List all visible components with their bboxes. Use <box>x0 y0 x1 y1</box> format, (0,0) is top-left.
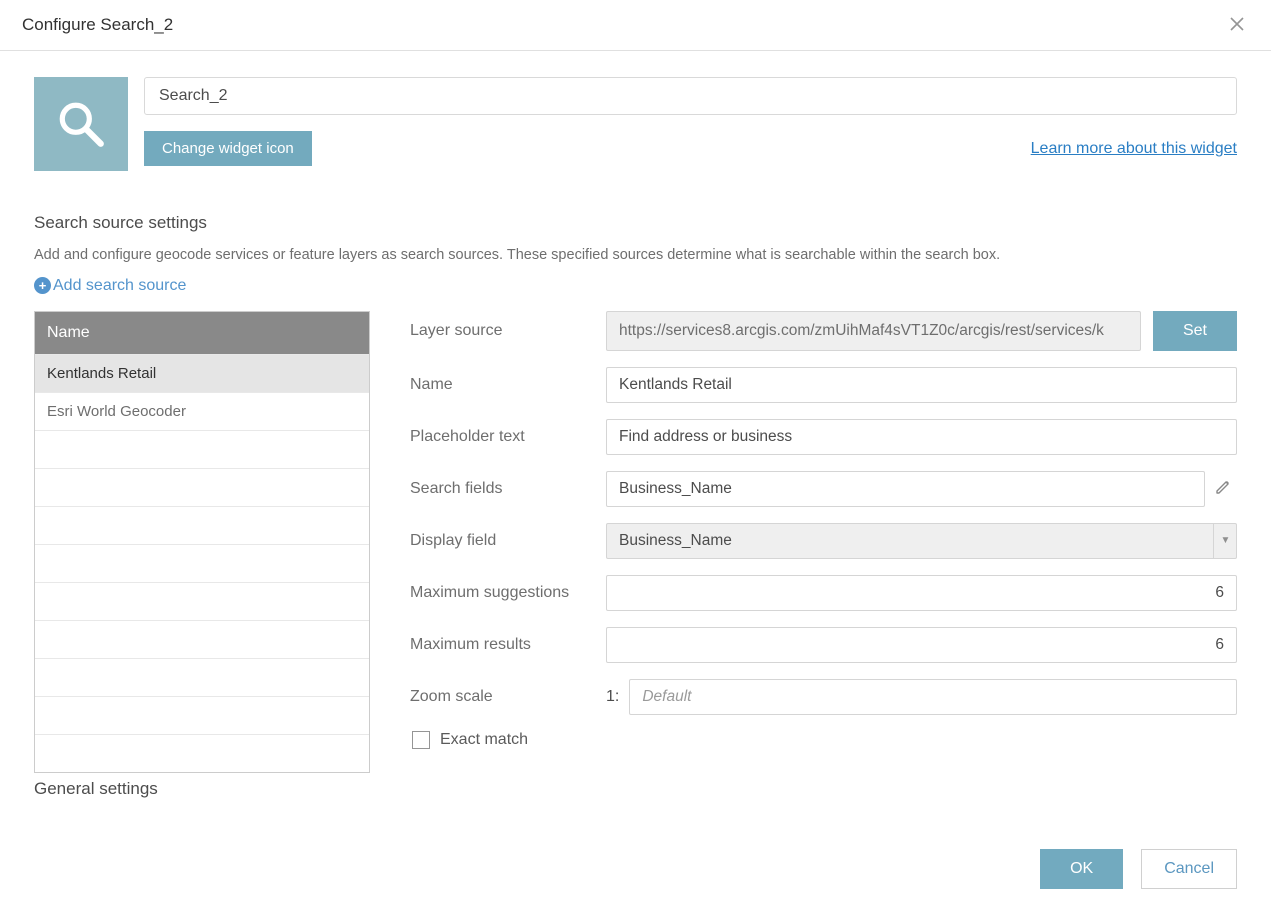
source-row-empty <box>35 468 369 506</box>
settings-scroll-area[interactable]: Search source settings Add and configure… <box>34 213 1247 831</box>
zoom-scale-input[interactable] <box>629 679 1237 715</box>
dialog-header: Configure Search_2 <box>0 0 1271 51</box>
layer-source-input <box>606 311 1141 351</box>
exact-match-checkbox[interactable] <box>412 731 430 749</box>
source-settings-title: Search source settings <box>34 213 1237 233</box>
source-row-label: Kentlands Retail <box>47 365 156 382</box>
source-row-empty <box>35 544 369 582</box>
search-fields-label: Search fields <box>410 480 606 498</box>
placeholder-text-input[interactable] <box>606 419 1237 455</box>
max-suggestions-label: Maximum suggestions <box>410 584 606 602</box>
source-row-label: Esri World Geocoder <box>47 403 186 420</box>
source-settings-description: Add and configure geocode services or fe… <box>34 245 1237 267</box>
max-suggestions-row: Maximum suggestions <box>410 575 1237 611</box>
max-results-input[interactable] <box>606 627 1237 663</box>
search-fields-row: Search fields <box>410 471 1237 507</box>
display-field-row: Display field ▼ <box>410 523 1237 559</box>
plus-circle-icon: + <box>34 277 51 294</box>
search-sources-table: Name Kentlands Retail Esri World Geocode… <box>34 311 370 773</box>
close-icon <box>1229 16 1245 32</box>
widget-icon-tile[interactable] <box>34 77 128 171</box>
display-field-label: Display field <box>410 532 606 550</box>
close-button[interactable] <box>1225 12 1249 38</box>
name-input[interactable] <box>606 367 1237 403</box>
layer-source-row: Layer source Set <box>410 311 1237 351</box>
source-row-empty <box>35 734 369 772</box>
widget-header-row: Change widget icon Learn more about this… <box>34 77 1237 171</box>
zoom-scale-prefix: 1: <box>606 688 619 706</box>
edit-search-fields-button[interactable] <box>1215 479 1237 499</box>
pencil-icon <box>1215 479 1231 495</box>
max-results-row: Maximum results <box>410 627 1237 663</box>
dialog-footer: OK Cancel <box>0 831 1271 907</box>
source-row-empty <box>35 658 369 696</box>
source-row-empty <box>35 430 369 468</box>
placeholder-text-label: Placeholder text <box>410 428 606 446</box>
name-label: Name <box>410 376 606 394</box>
dialog-title: Configure Search_2 <box>22 15 173 35</box>
exact-match-row[interactable]: Exact match <box>412 731 1237 749</box>
widget-name-input[interactable] <box>144 77 1237 115</box>
sources-column-header: Name <box>35 312 369 354</box>
display-field-select[interactable]: ▼ <box>606 523 1237 559</box>
name-row: Name <box>410 367 1237 403</box>
search-icon <box>55 98 107 150</box>
add-search-source-label: Add search source <box>53 277 186 295</box>
layer-source-label: Layer source <box>410 322 606 340</box>
dialog-body: Change widget icon Learn more about this… <box>0 51 1271 831</box>
ok-button[interactable]: OK <box>1040 849 1123 889</box>
zoom-scale-row: Zoom scale 1: <box>410 679 1237 715</box>
placeholder-text-row: Placeholder text <box>410 419 1237 455</box>
display-field-value <box>606 523 1237 559</box>
set-layer-source-button[interactable]: Set <box>1153 311 1237 351</box>
max-suggestions-input[interactable] <box>606 575 1237 611</box>
general-settings-title: General settings <box>34 779 1237 799</box>
source-row-esri-geocoder[interactable]: Esri World Geocoder <box>35 392 369 430</box>
zoom-scale-label: Zoom scale <box>410 688 606 706</box>
add-search-source-button[interactable]: + Add search source <box>34 277 186 295</box>
source-form: Layer source Set Name Placeholder text <box>410 311 1237 773</box>
cancel-button[interactable]: Cancel <box>1141 849 1237 889</box>
source-row-empty <box>35 620 369 658</box>
source-row-kentlands[interactable]: Kentlands Retail <box>35 354 369 392</box>
configure-search-dialog: Configure Search_2 Change widget icon Le… <box>0 0 1271 907</box>
exact-match-label: Exact match <box>440 731 528 749</box>
search-fields-input[interactable] <box>606 471 1205 507</box>
source-row-empty <box>35 506 369 544</box>
change-widget-icon-button[interactable]: Change widget icon <box>144 131 312 166</box>
source-row-empty <box>35 582 369 620</box>
learn-more-link[interactable]: Learn more about this widget <box>1031 140 1237 158</box>
max-results-label: Maximum results <box>410 636 606 654</box>
source-row-empty <box>35 696 369 734</box>
